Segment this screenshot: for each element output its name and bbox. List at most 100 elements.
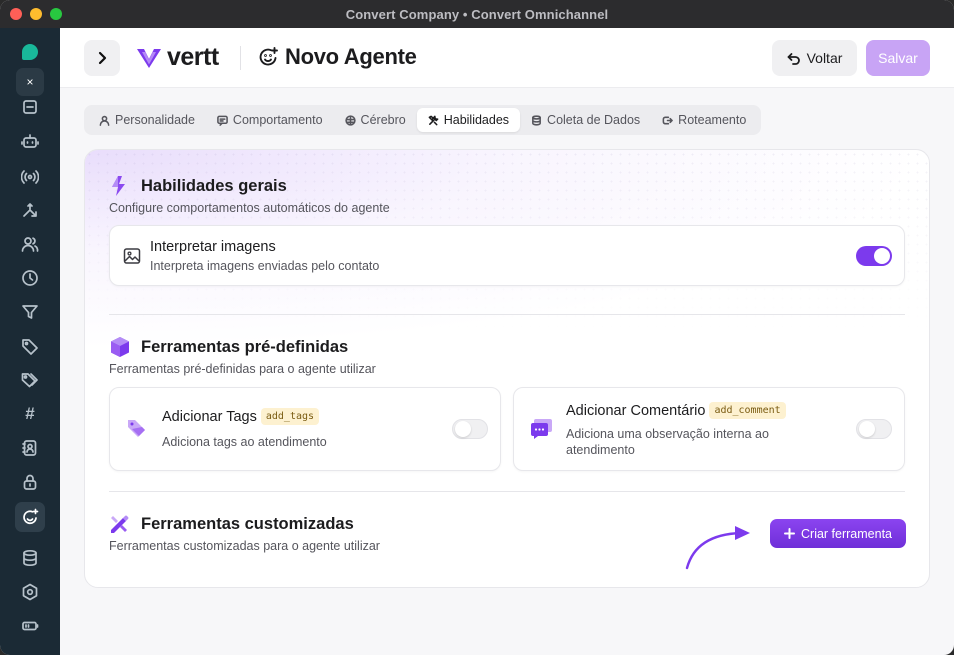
tab-label: Comportamento	[232, 113, 323, 127]
tab-roteamento[interactable]: Roteamento	[651, 108, 757, 132]
window-controls	[10, 8, 62, 20]
add-tags-label: Adicionar Tags	[162, 408, 257, 425]
tag-icon	[128, 420, 145, 437]
interpret-images-subtitle: Interpreta imagens enviadas pelo contato	[150, 259, 380, 273]
broadcast-icon[interactable]	[16, 162, 44, 190]
add-comment-toggle[interactable]	[856, 419, 892, 439]
custom-tools-title: Ferramentas customizadas	[141, 514, 354, 533]
tab-label: Habilidades	[443, 113, 510, 127]
add-tags-toggle[interactable]	[452, 419, 488, 439]
back-button[interactable]: Voltar	[772, 40, 857, 76]
close-window-button[interactable]	[10, 8, 22, 20]
add-tags-subtitle: Adiciona tags ao atendimento	[162, 435, 327, 449]
tab-comportamento[interactable]: Comportamento	[206, 108, 334, 132]
ai-agent-icon[interactable]	[15, 502, 45, 532]
custom-tools-header: Ferramentas customizadas	[109, 513, 354, 535]
bot-icon[interactable]	[16, 128, 44, 156]
back-button-label: Voltar	[806, 50, 843, 66]
add-comment-title: Adicionar Comentário add_comment	[566, 402, 786, 419]
brain-icon	[344, 114, 356, 126]
toggle-knob	[874, 248, 890, 264]
toggle-knob	[455, 421, 471, 437]
tab-cerebro[interactable]: Cérebro	[334, 108, 417, 132]
tools-icon	[428, 115, 439, 125]
tool-add-tags: Adicionar Tags add_tags Adiciona tags ao…	[109, 387, 501, 471]
main-content: vertt Novo Agente Voltar Salvar Personal…	[60, 28, 954, 655]
plus-icon	[784, 528, 795, 539]
clock-icon[interactable]	[16, 264, 44, 292]
predefined-tools-header: Ferramentas pré-definidas	[109, 336, 348, 358]
message-icon	[217, 115, 228, 126]
contact-book-icon[interactable]	[16, 434, 44, 462]
tab-label: Personalidade	[115, 113, 195, 127]
hash-glyph: #	[25, 404, 35, 423]
integrations-icon[interactable]	[16, 578, 44, 606]
app-logo-icon[interactable]	[22, 44, 38, 60]
tag-icon[interactable]	[16, 332, 44, 360]
add-tags-code-badge: add_tags	[260, 408, 320, 425]
image-icon	[123, 248, 141, 264]
tool-add-comment: Adicionar Comentário add_comment Adicion…	[513, 387, 905, 471]
expand-sidebar-button[interactable]	[84, 40, 120, 76]
brand-logo: vertt	[136, 43, 219, 72]
tab-personalidade[interactable]: Personalidade	[88, 108, 206, 132]
pencil-ruler-icon	[111, 515, 129, 533]
database-icon[interactable]	[16, 544, 44, 572]
predefined-tools-title: Ferramentas pré-definidas	[141, 337, 349, 356]
window-title: Convert Company • Convert Omnichannel	[345, 6, 609, 22]
interpret-images-toggle[interactable]	[856, 246, 892, 266]
interpret-images-option: Interpretar imagens Interpreta imagens e…	[109, 225, 905, 286]
general-skills-title: Habilidades gerais	[141, 176, 287, 195]
section-divider	[109, 314, 905, 315]
page-header: vertt Novo Agente Voltar Salvar	[60, 28, 954, 88]
predefined-tools-subtitle: Ferramentas pré-definidas para o agente …	[109, 362, 376, 376]
lock-icon[interactable]	[16, 468, 44, 496]
add-comment-label: Adicionar Comentário	[566, 402, 706, 419]
routing-icon[interactable]	[16, 196, 44, 224]
page-title: Novo Agente	[257, 44, 417, 70]
title-bar: Convert Company • Convert Omnichannel	[0, 0, 954, 28]
save-button[interactable]: Salvar	[866, 40, 930, 76]
arrow-pointer-icon	[685, 526, 750, 570]
section-divider	[109, 491, 905, 492]
contacts-icon[interactable]	[16, 230, 44, 258]
maximize-window-button[interactable]	[50, 8, 62, 20]
tab-label: Coleta de Dados	[547, 113, 641, 127]
chevron-right-icon	[98, 51, 107, 65]
tab-bar: Personalidade Comportamento Cérebro Habi…	[84, 105, 762, 135]
minimize-window-button[interactable]	[30, 8, 42, 20]
tab-label: Roteamento	[678, 113, 747, 127]
user-icon	[99, 115, 110, 126]
add-comment-code-badge: add_comment	[709, 402, 786, 419]
tab-coleta-de-dados[interactable]: Coleta de Dados	[520, 108, 651, 132]
header-divider	[240, 46, 241, 70]
lightning-icon	[112, 176, 125, 196]
general-skills-subtitle: Configure comportamentos automáticos do …	[109, 201, 390, 215]
filter-icon[interactable]	[16, 298, 44, 326]
comment-icon	[531, 419, 552, 439]
close-sidebar-button[interactable]: ×	[16, 68, 44, 96]
custom-tools-subtitle: Ferramentas customizadas para o agente u…	[109, 539, 380, 553]
tab-habilidades[interactable]: Habilidades	[416, 108, 521, 132]
dashboard-icon[interactable]	[16, 100, 44, 116]
undo-icon	[787, 53, 800, 65]
create-tool-button[interactable]: Criar ferramenta	[770, 519, 906, 548]
interpret-images-title: Interpretar imagens	[150, 239, 276, 255]
add-tags-title: Adicionar Tags add_tags	[162, 408, 320, 425]
skills-card: Habilidades gerais Configure comportamen…	[84, 149, 930, 588]
tab-label: Cérebro	[360, 113, 406, 127]
ai-agent-icon	[259, 47, 278, 66]
route-icon	[662, 116, 674, 124]
battery-icon[interactable]	[16, 612, 44, 640]
app-window: Convert Company • Convert Omnichannel ×	[0, 0, 954, 655]
general-skills-header: Habilidades gerais	[109, 175, 287, 197]
box-icon	[111, 337, 129, 357]
database-icon	[532, 114, 541, 126]
tags-icon[interactable]	[16, 366, 44, 394]
hash-icon[interactable]: #	[16, 400, 44, 428]
toggle-knob	[859, 421, 875, 437]
vertt-logo-icon	[137, 48, 161, 68]
create-tool-label: Criar ferramenta	[801, 526, 892, 541]
brand-name: vertt	[167, 43, 219, 71]
sidebar: × #	[0, 28, 60, 655]
